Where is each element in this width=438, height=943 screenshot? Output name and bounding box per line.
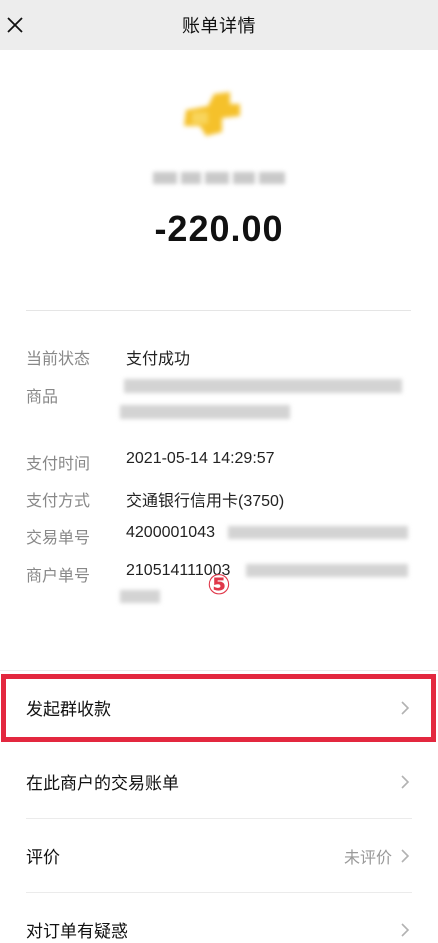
payment-time-label: 支付时间: [26, 454, 91, 473]
product-blurred: [124, 379, 402, 393]
merchant-bills-label: 在此商户的交易账单: [26, 774, 179, 794]
merchant-bills-cell[interactable]: 在此商户的交易账单: [0, 745, 438, 819]
status-label: 当前状态: [26, 349, 91, 368]
group-collection-cell[interactable]: 发起群收款: [0, 671, 438, 745]
amount: -220.00: [154, 208, 284, 249]
step-annotation: ⑤: [207, 568, 231, 601]
top-bar: 账单详情: [0, 0, 438, 50]
product-blurred-line2: [120, 405, 290, 419]
close-icon[interactable]: [0, 10, 30, 40]
payment-time-value: 2021-05-14 14:29:57: [126, 450, 275, 467]
status-value: 支付成功: [126, 351, 191, 368]
product-label: 商品: [26, 387, 59, 406]
chevron-right-icon: [401, 774, 410, 789]
rating-label: 评价: [26, 848, 60, 868]
transaction-no-value: 4200001043: [126, 524, 215, 541]
order-question-label: 对订单有疑惑: [26, 922, 128, 942]
order-question-cell[interactable]: 对订单有疑惑: [0, 893, 438, 943]
chevron-right-icon: [401, 922, 410, 937]
chevron-right-icon: [401, 848, 410, 863]
merchant-logo-icon: [178, 88, 248, 144]
rating-cell[interactable]: 评价 未评价: [0, 819, 438, 893]
payment-method-value: 交通银行信用卡(3750): [126, 493, 285, 510]
transaction-no-label: 交易单号: [26, 528, 91, 547]
payment-method-label: 支付方式: [26, 491, 91, 510]
bill-detail-card: -220.00 当前状态 支付成功 商品 支付时间 2021-05-14 14:…: [0, 50, 438, 670]
rating-status: 未评价: [343, 848, 392, 867]
merchant-name-blurred: [153, 168, 285, 188]
chevron-right-icon: [401, 700, 410, 715]
transaction-no-blurred: [228, 526, 408, 539]
group-collection-label: 发起群收款: [26, 700, 111, 720]
page-title: 账单详情: [182, 16, 256, 37]
divider: [26, 310, 411, 311]
